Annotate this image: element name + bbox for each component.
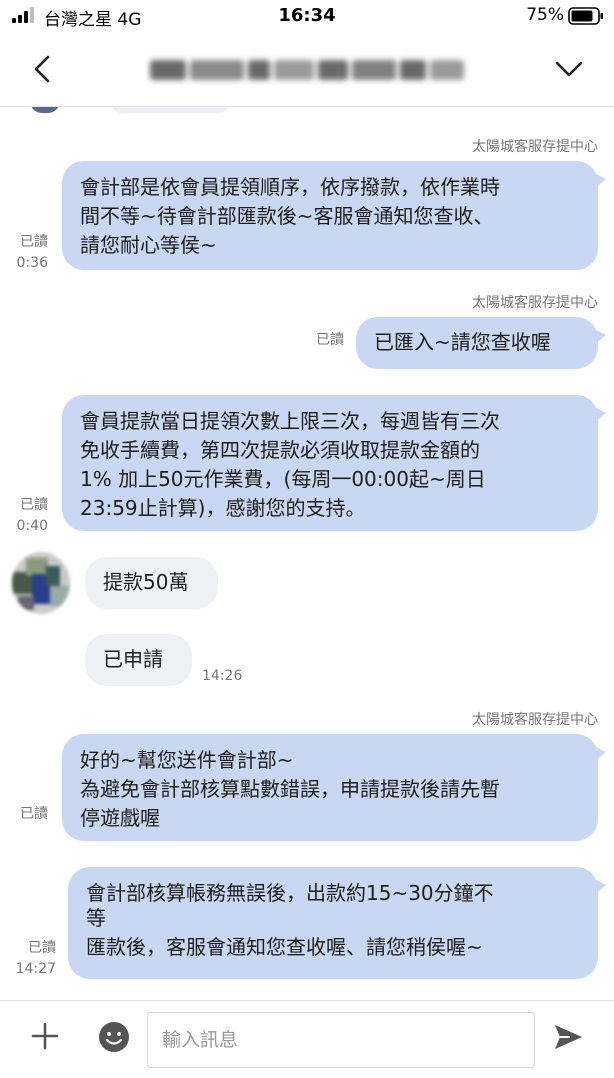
message-line: 好的~幫您送件會計部~ bbox=[80, 748, 294, 772]
avatar-image bbox=[12, 552, 70, 614]
sender-name: 太陽城客服存提中心 bbox=[472, 295, 598, 311]
message-meta: 已讀 bbox=[300, 330, 344, 351]
message-line: 匯款後，客服會通知您查收喔、請您稍侯喔~ bbox=[86, 935, 483, 959]
read-receipt: 已讀 bbox=[20, 806, 48, 822]
message-meta: 已讀 0:40 bbox=[4, 495, 48, 537]
message-line: 等 bbox=[86, 906, 106, 930]
message-bubble-outgoing[interactable]: 會計部核算帳務無誤後，出款約15~30分鐘不 等 匯款後，客服會通知您查收喔、請… bbox=[68, 867, 606, 979]
message-line: 提款50萬 bbox=[103, 570, 189, 594]
partial-avatar bbox=[30, 107, 60, 113]
message-bubble-outgoing[interactable]: 已匯入~請您查收喔 bbox=[356, 317, 606, 369]
status-bar: 台灣之星 4G 16:34 75% bbox=[0, 0, 614, 34]
message-line: 已申請 bbox=[103, 647, 163, 671]
back-button[interactable] bbox=[26, 52, 60, 86]
message-bubble-outgoing[interactable]: 會員提款當日提領次數上限三次，每週皆有三次 免收手續費，第四次提款必須收取提款金… bbox=[62, 395, 606, 531]
message-bubble-incoming[interactable]: 提款50萬 bbox=[85, 557, 218, 609]
message-line: 免收手續費，第四次提款必須收取提款金額的 bbox=[80, 438, 480, 462]
message-time: 0:40 bbox=[16, 518, 48, 534]
send-icon[interactable] bbox=[552, 1021, 584, 1053]
message-line: 請您耐心等侯~ bbox=[80, 233, 217, 257]
message-time: 14:27 bbox=[15, 961, 56, 977]
battery-icon bbox=[568, 7, 603, 25]
chat-header bbox=[0, 34, 614, 107]
message-input[interactable] bbox=[147, 1012, 535, 1068]
message-line: 1% 加上50元作業費，(每周一00:00起~周日 bbox=[80, 467, 486, 491]
sender-name: 太陽城客服存提中心 bbox=[472, 712, 598, 728]
message-bubble-incoming[interactable]: 已申請 bbox=[85, 634, 192, 686]
read-receipt: 已讀 bbox=[20, 497, 48, 513]
plus-icon[interactable] bbox=[28, 1019, 62, 1053]
message-meta: 已讀 14:27 bbox=[12, 938, 56, 980]
status-time: 16:34 bbox=[278, 5, 336, 26]
avatar[interactable] bbox=[12, 552, 70, 614]
chevron-down-icon[interactable] bbox=[552, 54, 586, 84]
chat-message-list[interactable]: 太陽城客服存提中心 會計部是依會員提領順序，依序撥款，依作業時 間不等~待會計部… bbox=[0, 107, 614, 1000]
message-line: 已匯入~請您查收喔 bbox=[374, 330, 551, 354]
message-time: 0:36 bbox=[16, 255, 48, 271]
message-bubble-outgoing[interactable]: 好的~幫您送件會計部~ 為避免會計部核算點數錯誤，申請提款後請先暫 停遊戲喔 bbox=[62, 734, 606, 841]
emoji-icon[interactable] bbox=[98, 1021, 130, 1053]
sender-name: 太陽城客服存提中心 bbox=[472, 139, 598, 155]
message-line: 間不等~待會計部匯款後~客服會通知您查收、 bbox=[80, 204, 494, 228]
message-input-bar bbox=[0, 1000, 614, 1078]
message-meta: 已讀 bbox=[4, 804, 48, 825]
read-receipt: 已讀 bbox=[28, 940, 56, 956]
read-receipt: 已讀 bbox=[20, 234, 48, 250]
battery-percentage: 75% bbox=[526, 5, 564, 25]
message-line: 23:59止計算)，感謝您的支持。 bbox=[80, 496, 366, 520]
message-line: 停遊戲喔 bbox=[80, 806, 160, 830]
partial-message-bubble bbox=[110, 107, 230, 113]
message-line: 會員提款當日提領次數上限三次，每週皆有三次 bbox=[80, 409, 500, 433]
message-line: 會計部是依會員提領順序，依序撥款，依作業時 bbox=[80, 175, 500, 199]
message-meta: 已讀 0:36 bbox=[4, 232, 48, 274]
message-bubble-outgoing[interactable]: 會計部是依會員提領順序，依序撥款，依作業時 間不等~待會計部匯款後~客服會通知您… bbox=[62, 161, 606, 270]
read-receipt: 已讀 bbox=[316, 332, 344, 348]
message-line: 為避免會計部核算點數錯誤，申請提款後請先暫 bbox=[80, 777, 500, 801]
message-time: 14:26 bbox=[202, 668, 243, 684]
chat-title-blurred bbox=[148, 56, 468, 84]
